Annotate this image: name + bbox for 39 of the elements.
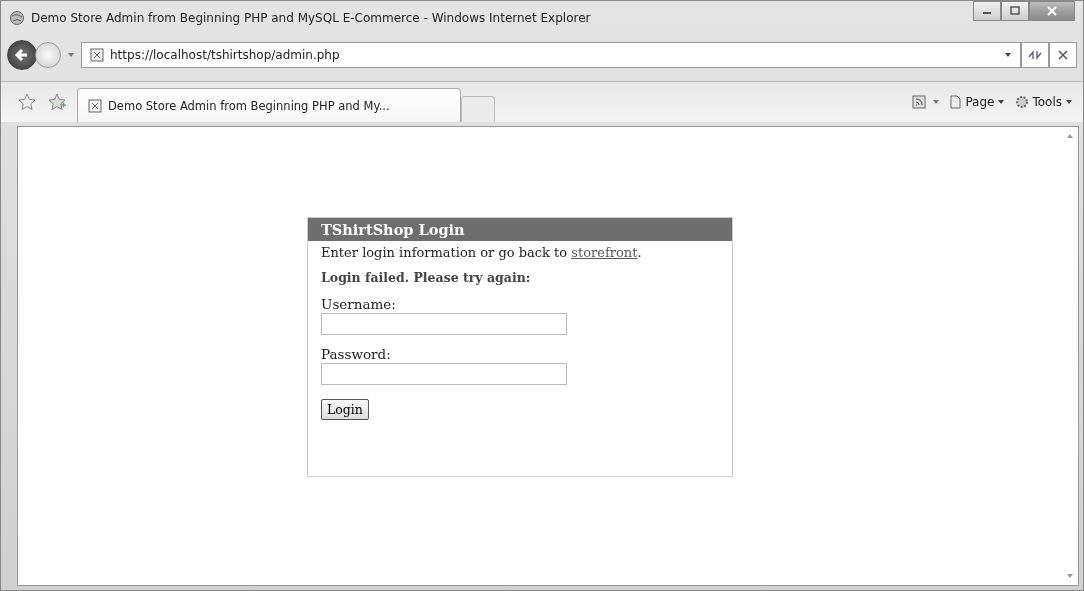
close-button[interactable] — [1029, 1, 1075, 21]
close-icon — [1046, 6, 1058, 16]
stop-button[interactable] — [1049, 42, 1077, 68]
login-button[interactable]: Login — [321, 399, 369, 420]
input-field[interactable] — [321, 313, 567, 335]
minimize-button[interactable] — [973, 1, 1001, 21]
back-button[interactable] — [7, 40, 37, 70]
intro-text: Enter login information or go back to storefront. — [321, 245, 643, 260]
tools-menu[interactable]: Tools — [1013, 95, 1075, 109]
new-tab-button[interactable] — [461, 96, 495, 122]
scroll-down-icon[interactable] — [1066, 573, 1074, 579]
globe-icon — [9, 10, 25, 26]
star-plus-icon[interactable] — [47, 92, 67, 112]
page-icon — [948, 95, 963, 109]
close-icon — [1057, 49, 1069, 61]
caret-icon — [1065, 99, 1073, 105]
address-field[interactable]: https://localhost/tshirtshop/admin.php — [81, 42, 1021, 68]
arrows-icon — [1027, 49, 1043, 61]
page-icon — [88, 98, 102, 113]
maximize-button[interactable] — [1001, 1, 1029, 21]
input-field[interactable] — [321, 363, 567, 385]
window-title: Demo Store Admin from Beginning PHP and MySQL E-Commerce - Windows Internet Explorer — [31, 11, 591, 25]
url-text: https://localhost/tshirtshop/admin.php — [110, 48, 340, 62]
error-message: Login failed. Please try again: — [321, 270, 532, 285]
scroll-up-icon[interactable] — [1066, 133, 1074, 139]
page-icon — [90, 48, 104, 62]
field-label: Password: — [321, 345, 391, 363]
dropdown-icon[interactable] — [1004, 52, 1012, 58]
gear-icon — [1015, 95, 1030, 109]
maximize-icon — [1009, 6, 1021, 16]
browser-tab[interactable]: Demo Store Admin from Beginning PHP and My... — [77, 88, 461, 122]
field-label: Username: — [321, 295, 396, 313]
caret-icon — [997, 99, 1006, 105]
page-menu[interactable]: Page — [946, 95, 1008, 109]
star-icon[interactable] — [17, 92, 37, 112]
storefront-link[interactable]: storefront — [571, 245, 638, 260]
feed-icon[interactable] — [912, 95, 927, 109]
refresh-button[interactable] — [1021, 42, 1049, 68]
panel-title: TShirtShop Login — [308, 218, 732, 241]
